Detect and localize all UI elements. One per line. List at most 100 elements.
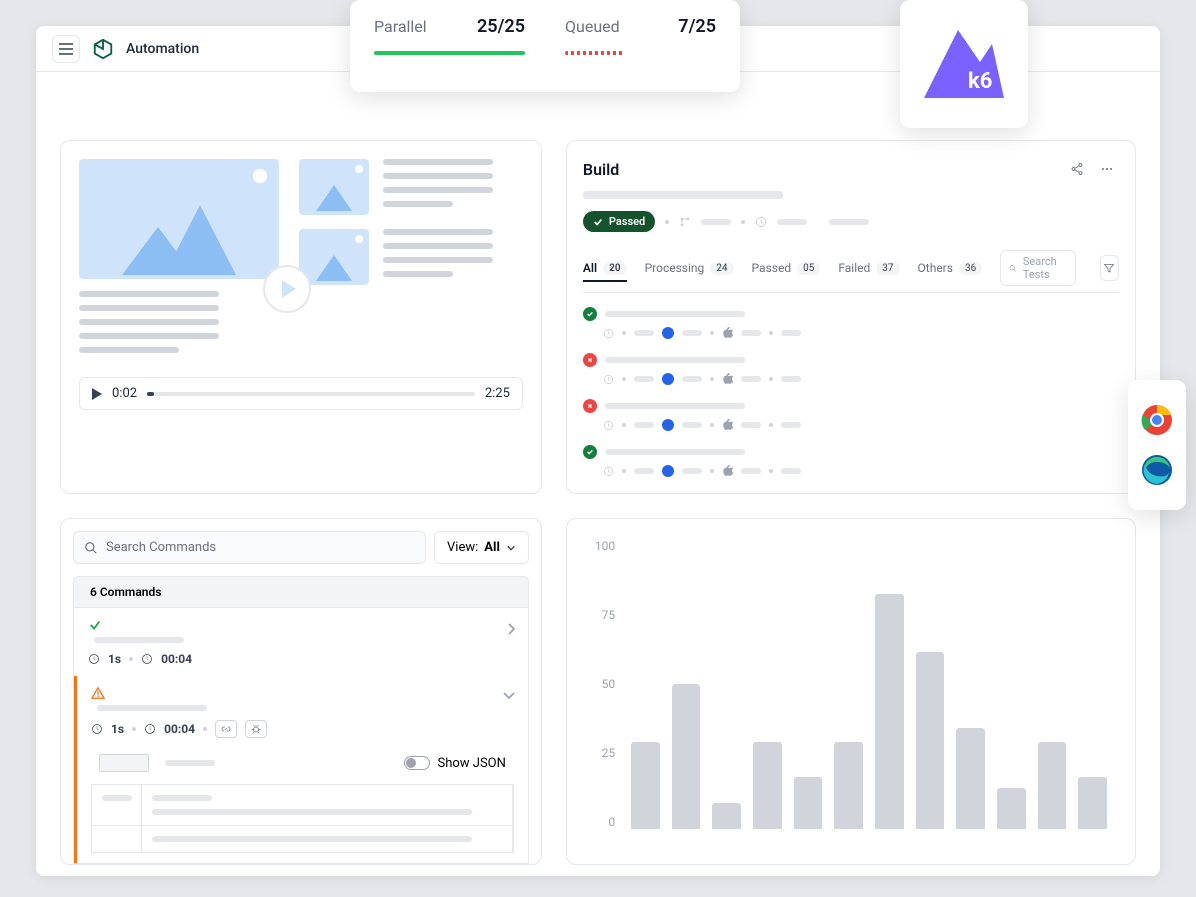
y-tick: 100 xyxy=(595,539,615,553)
filter-button[interactable] xyxy=(1100,255,1119,281)
pass-icon xyxy=(583,307,597,321)
apple-icon xyxy=(722,465,733,477)
apple-icon xyxy=(722,419,733,431)
test-row[interactable] xyxy=(583,307,1119,339)
clock-icon xyxy=(91,723,103,735)
chart-bar xyxy=(1078,777,1107,829)
video-current-time: 0:02 xyxy=(112,386,137,401)
chart-bar xyxy=(916,652,945,829)
hamburger-icon xyxy=(59,43,73,55)
play-icon xyxy=(282,280,296,298)
command-item[interactable]: 1s 00:04 xyxy=(74,608,528,676)
branch-icon xyxy=(679,216,691,228)
status-badge: Passed xyxy=(583,211,655,232)
test-row[interactable] xyxy=(583,399,1119,431)
build-title: Build xyxy=(583,160,619,179)
check-icon xyxy=(593,217,603,227)
browser-dot-icon xyxy=(662,373,674,385)
commands-panel: Search Commands View: All 6 Commands xyxy=(60,518,542,865)
pass-icon xyxy=(583,445,597,459)
hamburger-menu-button[interactable] xyxy=(52,35,80,63)
chevron-right-icon[interactable] xyxy=(506,622,516,636)
play-button[interactable] xyxy=(263,265,311,313)
clock-icon xyxy=(144,723,156,735)
chart-bar xyxy=(834,742,863,829)
parallel-bar xyxy=(374,51,525,55)
chrome-icon[interactable] xyxy=(1141,404,1173,436)
bug-icon[interactable] xyxy=(245,720,267,738)
play-small-icon xyxy=(92,388,102,400)
warning-icon xyxy=(91,686,105,700)
share-icon xyxy=(1070,162,1084,176)
y-tick: 75 xyxy=(595,608,615,622)
chart-bar xyxy=(1038,742,1067,829)
video-total-time: 2:25 xyxy=(485,386,510,401)
chart-panel: 1007550250 xyxy=(566,518,1136,865)
parallel-value: 25/25 xyxy=(477,16,525,37)
chart-bar xyxy=(753,742,782,829)
more-button[interactable] xyxy=(1095,157,1119,181)
y-tick: 25 xyxy=(595,746,615,760)
chart-bar xyxy=(794,777,823,829)
chevron-down-icon[interactable] xyxy=(502,690,516,700)
share-button[interactable] xyxy=(1065,157,1089,181)
tab-passed[interactable]: Passed05 xyxy=(752,261,821,275)
apple-icon xyxy=(722,327,733,339)
video-panel: 0:02 2:25 xyxy=(60,140,542,494)
chevron-down-icon xyxy=(506,543,516,553)
search-tests-input[interactable]: Search Tests xyxy=(1000,250,1076,286)
chart-bar xyxy=(712,803,741,829)
check-icon xyxy=(88,618,102,632)
chart-bar xyxy=(956,728,985,830)
search-commands-input[interactable]: Search Commands xyxy=(73,531,426,564)
app-logo xyxy=(92,38,114,60)
clock-icon xyxy=(88,653,100,665)
clock-icon xyxy=(603,420,614,431)
queued-bar xyxy=(565,51,625,55)
clock-icon xyxy=(755,216,767,228)
browsers-card xyxy=(1128,380,1186,510)
fail-icon xyxy=(583,399,597,413)
tab-all[interactable]: All20 xyxy=(583,261,627,275)
view-selector[interactable]: View: All xyxy=(434,531,529,564)
clock-icon xyxy=(603,374,614,385)
chart-bar xyxy=(997,788,1026,829)
command-detail-table xyxy=(91,784,514,853)
test-row[interactable] xyxy=(583,445,1119,477)
clock-icon xyxy=(141,653,153,665)
show-json-label: Show JSON xyxy=(438,756,506,771)
svg-text:k6: k6 xyxy=(968,69,992,94)
commands-count: 6 Commands xyxy=(73,576,529,608)
tab-failed[interactable]: Failed37 xyxy=(838,261,899,275)
page-title: Automation xyxy=(126,41,199,57)
video-progress[interactable]: 0:02 2:25 xyxy=(79,377,523,410)
show-json-toggle[interactable] xyxy=(404,756,430,770)
tab-processing[interactable]: Processing24 xyxy=(645,261,734,275)
link-icon[interactable] xyxy=(215,720,237,738)
clock-icon xyxy=(603,328,614,339)
status-summary-card: Parallel 25/25 Queued 7/25 xyxy=(350,0,740,92)
build-panel: Build Passed A xyxy=(566,140,1136,494)
queued-label: Queued xyxy=(565,17,620,36)
edge-icon[interactable] xyxy=(1141,454,1173,486)
chart-bar xyxy=(672,684,701,829)
filter-icon xyxy=(1103,262,1115,274)
k6-integration-card[interactable]: k6 xyxy=(900,0,1028,128)
browser-dot-icon xyxy=(662,419,674,431)
test-row[interactable] xyxy=(583,353,1119,385)
queued-value: 7/25 xyxy=(678,16,716,37)
command-item[interactable]: 1s 00:04 xyxy=(74,676,528,863)
clock-icon xyxy=(603,466,614,477)
parallel-label: Parallel xyxy=(374,17,427,36)
fail-icon xyxy=(583,353,597,367)
browser-dot-icon xyxy=(662,465,674,477)
k6-logo-icon: k6 xyxy=(924,30,1004,98)
browser-dot-icon xyxy=(662,327,674,339)
apple-icon xyxy=(722,373,733,385)
y-tick: 0 xyxy=(595,815,615,829)
search-icon xyxy=(84,541,98,555)
tab-others[interactable]: Others36 xyxy=(918,261,983,275)
chart-bar xyxy=(631,742,660,829)
search-icon xyxy=(1009,263,1017,274)
chart-bar xyxy=(875,594,904,829)
